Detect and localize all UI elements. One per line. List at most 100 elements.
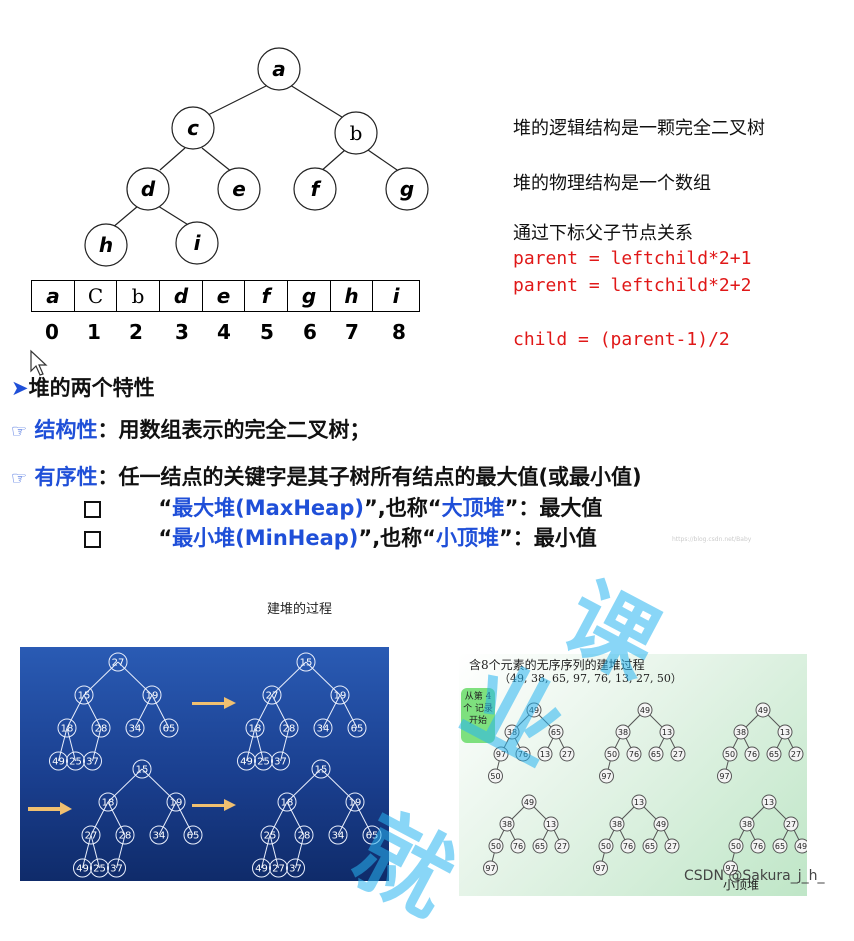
tree-node-value: 25 — [257, 757, 270, 768]
order-text: ：任一结点的关键字是其子树所有结点的最大值(或最小值) — [97, 465, 642, 489]
tree-node-value: 18 — [249, 724, 262, 735]
tree-node-value: 38 — [736, 728, 746, 737]
tree-node-value: 97 — [485, 864, 495, 873]
tree-node-value: 49 — [76, 864, 89, 875]
tree-node-value: 49 — [52, 757, 65, 768]
tree-node-value: 27 — [112, 658, 125, 669]
tree-node-value: 50 — [731, 842, 741, 851]
properties-heading: ➤堆的两个特性 — [11, 372, 155, 402]
build-heap-caption: 建堆的过程 — [267, 602, 333, 617]
tree-node-value: 65 — [769, 750, 779, 759]
tree-node-value: 65 — [163, 724, 176, 735]
tree-node-value: 13 — [764, 798, 774, 807]
array-cell: h — [330, 280, 373, 312]
tree-node-value: 76 — [753, 842, 763, 851]
tree-node-value: 37 — [289, 864, 302, 875]
min-heap-line: “最小堆(MinHeap)”,也称“小顶堆”：最小值 — [84, 522, 597, 552]
tree-node-value: 28 — [95, 724, 108, 735]
formula-line-3: child = (parent-1)/2 — [513, 329, 730, 350]
tree-node-value: 49 — [656, 820, 666, 829]
max-heap-build-panel: 27 15 19 18 28 34 65 49 25 37 15 27 19 18 28 34 65 49 25 37… — [20, 647, 389, 881]
tree-node-value: 97 — [601, 772, 611, 781]
max-heap-alias: 大顶堆 — [441, 496, 505, 520]
array-index: 4 — [217, 320, 231, 344]
min-heap-name: 最小堆(MinHeap) — [172, 526, 359, 550]
array-cell: a — [31, 280, 75, 312]
tree-node-e: e — [232, 177, 246, 201]
structure-text: ：用数组表示的完全二叉树； — [97, 418, 371, 442]
logic-structure-text: 堆的逻辑结构是一颗完全二叉树 — [513, 118, 765, 139]
order-property: ☞ 有序性：任一结点的关键字是其子树所有结点的最大值(或最小值) — [11, 461, 642, 491]
tree-node-value: 97 — [595, 864, 605, 873]
tree-node-value: 76 — [629, 750, 639, 759]
tree-node-value: 27 — [557, 842, 567, 851]
array-index: 1 — [87, 320, 101, 344]
tree-node-value: 76 — [513, 842, 523, 851]
step-arrow-icon — [192, 799, 236, 811]
index-relation-text: 通过下标父子节点关系 — [513, 223, 693, 244]
tree-node-value: 49 — [797, 842, 807, 851]
array-cell: g — [287, 280, 331, 312]
array-index: 5 — [260, 320, 274, 344]
tree-node-value: 25 — [93, 864, 106, 875]
tree-node-value: 38 — [612, 820, 622, 829]
tree-node-value: 38 — [742, 820, 752, 829]
array-cell: f — [244, 280, 288, 312]
tree-node-value: 37 — [86, 757, 99, 768]
tree-node-value: 19 — [170, 798, 183, 809]
array-index: 2 — [129, 320, 143, 344]
tree-node-value: 34 — [129, 724, 142, 735]
checkbox-icon — [84, 530, 101, 548]
array-cell: e — [202, 280, 245, 312]
array-cell: i — [372, 280, 420, 312]
tree-node-value: 13 — [546, 820, 556, 829]
tree-node-value: 28 — [283, 724, 296, 735]
tree-node-value: 65 — [645, 842, 655, 851]
tree-node-value: 49 — [524, 798, 534, 807]
tree-node-value: 13 — [634, 798, 644, 807]
formula-line-2: parent = leftchild*2+2 — [513, 275, 752, 296]
array-index: 6 — [303, 320, 317, 344]
tree-node-value: 97 — [719, 772, 729, 781]
tree-node-value: 15 — [136, 765, 149, 776]
structure-property: ☞ 结构性：用数组表示的完全二叉树； — [11, 414, 370, 444]
tree-node-value: 27 — [272, 864, 285, 875]
array-index: 0 — [45, 320, 59, 344]
tree-node-value: 49 — [640, 706, 650, 715]
array-cell: b — [116, 280, 160, 312]
tree-node-value: 19 — [349, 798, 362, 809]
min-heap-alias: 小顶堆 — [435, 526, 499, 550]
tree-node-value: 25 — [69, 757, 82, 768]
array-cell: C — [74, 280, 117, 312]
tree-node-value: 19 — [146, 691, 159, 702]
tree-node-value: 19 — [334, 691, 347, 702]
tree-node-value: 49 — [758, 706, 768, 715]
tree-node-value: 50 — [725, 750, 735, 759]
tree-node-value: 27 — [673, 750, 683, 759]
tree-node-value: 28 — [119, 831, 132, 842]
tree-node-value: 15 — [315, 765, 328, 776]
max-heap-name: 最大堆(MaxHeap) — [172, 496, 364, 520]
tree-node-value: 13 — [662, 728, 672, 737]
array-index: 7 — [345, 320, 359, 344]
tree-node-value: 27 — [266, 691, 279, 702]
tree-node-value: 65 — [535, 842, 545, 851]
tree-node-value: 49 — [240, 757, 253, 768]
tree-node-g: g — [400, 177, 414, 201]
tree-node-value: 34 — [153, 831, 166, 842]
tree-node-value: 15 — [300, 658, 313, 669]
tree-node-b: b — [350, 121, 363, 145]
properties-heading-text: 堆的两个特性 — [28, 376, 155, 400]
tree-node-h: h — [99, 233, 113, 257]
step-arrow-icon — [192, 697, 236, 709]
tree-node-value: 18 — [281, 798, 294, 809]
tree-node-i: i — [194, 231, 202, 255]
tree-node-value: 38 — [502, 820, 512, 829]
tree-node-value: 38 — [618, 728, 628, 737]
tree-node-value: 37 — [274, 757, 287, 768]
structure-label: 结构性 — [34, 418, 98, 442]
tree-node-value: 65 — [351, 724, 364, 735]
pointing-hand-icon: ☞ — [11, 468, 28, 489]
formula-line-1: parent = leftchild*2+1 — [513, 248, 752, 269]
max-heap-line: “最大堆(MaxHeap)”,也称“大顶堆”：最大值 — [84, 492, 602, 522]
